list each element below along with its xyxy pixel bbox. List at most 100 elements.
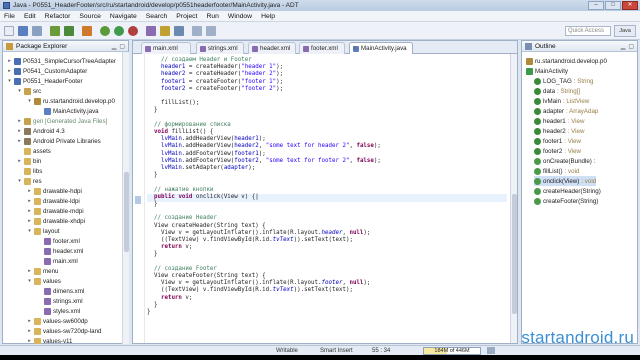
code-line[interactable]: lvMain.setAdapter(adapter);	[147, 165, 255, 172]
open-type-icon[interactable]	[160, 26, 170, 36]
explorer-item[interactable]: ▾ layout	[27, 226, 60, 236]
expand-toggle-icon[interactable]: ▸	[7, 68, 12, 74]
expand-toggle-icon[interactable]: ▸	[27, 328, 32, 334]
explorer-item[interactable]: ▸ drawable-mdpi	[27, 206, 84, 216]
menu-file[interactable]: File	[4, 13, 15, 20]
code-line[interactable]: lvMain.addFooterView(footer1);	[147, 151, 266, 158]
explorer-item[interactable]: ▸ menu	[27, 266, 58, 276]
explorer-scrollbar[interactable]	[122, 52, 129, 344]
outline-title[interactable]: Outline	[535, 43, 556, 50]
outline-item[interactable]: createHeader(String)	[534, 186, 601, 196]
explorer-item[interactable]: ▸ P0531_SimpleCursorTreeAdapter	[7, 56, 116, 66]
expand-toggle-icon[interactable]: ▸	[27, 318, 32, 324]
minimize-view-icon[interactable]: ▁	[112, 43, 117, 50]
close-button[interactable]: ✕	[622, 1, 638, 10]
code-line[interactable]: footer2 = createFooter("footer 2");	[147, 86, 283, 93]
outline-item[interactable]: lvMain: ListView	[534, 96, 589, 106]
code-line[interactable]: lvMain.addFooterView(footer2, "some text…	[147, 158, 381, 165]
expand-toggle-icon[interactable]: ▸	[27, 208, 32, 214]
code-line[interactable]: // создание Footer	[147, 266, 217, 273]
code-line[interactable]: lvMain.addHeaderView(header2, "some text…	[147, 143, 381, 150]
debug-icon[interactable]	[100, 26, 110, 36]
explorer-item[interactable]: ▸ values-sw600dp	[27, 316, 88, 326]
code-line[interactable]: ((TextView) v.findViewById(R.id.tvText))…	[147, 287, 353, 294]
menu-window[interactable]: Window	[228, 13, 252, 20]
expand-toggle-icon[interactable]: ▾	[27, 278, 32, 284]
outline-item[interactable]: MainActivity	[526, 66, 568, 76]
menu-run[interactable]: Run	[206, 13, 218, 20]
run-icon[interactable]	[114, 26, 124, 36]
code-line[interactable]: ((TextView) v.findViewById(R.id.tvText))…	[147, 237, 353, 244]
maximize-view-icon[interactable]: ▢	[119, 43, 125, 50]
explorer-item[interactable]: ▾ values	[27, 276, 61, 286]
explorer-scrollbar-thumb[interactable]	[124, 172, 129, 252]
menu-help[interactable]: Help	[261, 13, 275, 20]
explorer-item[interactable]: ▸ values-v11	[27, 336, 72, 344]
explorer-item[interactable]: ▸ drawable-ldpi	[27, 196, 80, 206]
save-all-icon[interactable]	[32, 26, 42, 36]
expand-toggle-icon[interactable]: ▾	[27, 228, 32, 234]
explorer-item[interactable]: ▸ drawable-xhdpi	[27, 216, 85, 226]
new-icon[interactable]	[4, 26, 14, 36]
explorer-item[interactable]: dimens.xml	[37, 286, 84, 296]
code-line[interactable]: }	[147, 309, 151, 316]
menu-refactor[interactable]: Refactor	[45, 13, 71, 20]
explorer-item[interactable]: main.xml	[37, 256, 78, 266]
code-line[interactable]: View createHeader(String text) {	[147, 223, 266, 230]
outline-item[interactable]: onCreate(Bundle) :	[534, 156, 595, 166]
expand-toggle-icon[interactable]: ▸	[27, 338, 32, 344]
code-line[interactable]: header1 = createHeader("header 1");	[147, 64, 283, 71]
expand-toggle-icon[interactable]: ▸	[7, 58, 12, 64]
code-line[interactable]: View v = getLayoutInflater().inflate(R.l…	[147, 280, 370, 287]
code-line[interactable]: return v;	[147, 295, 192, 302]
android-sdk-manager-icon[interactable]	[50, 26, 60, 36]
code-line[interactable]: return v;	[147, 244, 192, 251]
explorer-item[interactable]: strings.xml	[37, 296, 83, 306]
lint-icon[interactable]	[82, 26, 92, 36]
expand-toggle-icon[interactable]: ▾	[7, 78, 12, 84]
explorer-item[interactable]: MainActivity.java	[37, 106, 99, 116]
editor-tab[interactable]: MainActivity.java ✕	[349, 42, 413, 54]
expand-toggle-icon[interactable]: ▸	[17, 158, 22, 164]
code-line[interactable]: // создание Header	[147, 215, 217, 222]
outline-item[interactable]: data: String[]	[534, 86, 580, 96]
code-line[interactable]: void fillList() {	[147, 129, 213, 136]
code-line[interactable]: }	[147, 302, 158, 309]
explorer-item[interactable]: styles.xml	[37, 306, 80, 316]
code-line[interactable]: fillList();	[147, 100, 199, 107]
forward-icon[interactable]	[206, 26, 216, 36]
outline-item[interactable]: fillList(): void	[534, 166, 579, 176]
expand-toggle-icon[interactable]: ▸	[27, 218, 32, 224]
explorer-item[interactable]: header.xml	[37, 246, 83, 256]
maximize-view-icon[interactable]: ▢	[628, 43, 634, 50]
explorer-item[interactable]: ▸ values-sw720dp-land	[27, 326, 101, 336]
code-line[interactable]: }	[147, 251, 158, 258]
new-java-class-icon[interactable]	[146, 26, 156, 36]
outline-item[interactable]: footer1: View	[534, 136, 581, 146]
explorer-item[interactable]: ▸ Android 4.3	[17, 126, 65, 136]
quick-access-input[interactable]: Quick Access	[565, 26, 611, 36]
code-line[interactable]: public void onclick(View v) {|	[147, 194, 259, 201]
code-line[interactable]: lvMain.addHeaderView(header1);	[147, 136, 266, 143]
outline-item[interactable]: adapter: ArrayAdap	[534, 106, 598, 116]
editor-scrollbar-thumb[interactable]	[512, 194, 517, 314]
maximize-button[interactable]: □	[605, 1, 621, 10]
explorer-item[interactable]: ▾ ru.startandroid.develop.p0	[27, 96, 115, 106]
java-perspective-button[interactable]: Java	[614, 25, 636, 37]
explorer-item[interactable]: ▸ gen [Generated Java Files]	[17, 116, 107, 126]
code-area[interactable]: // создаем Header и Footer header1 = cre…	[147, 54, 507, 343]
editor-tab[interactable]: strings.xml	[196, 42, 244, 54]
expand-toggle-icon[interactable]: ▸	[17, 138, 22, 144]
outline-item[interactable]: createFooter(String)	[534, 196, 598, 206]
close-tab-icon[interactable]: ✕	[352, 45, 357, 52]
garbage-collect-icon[interactable]	[487, 347, 495, 354]
menu-search[interactable]: Search	[146, 13, 168, 20]
code-line[interactable]: }	[147, 201, 158, 208]
outline-item[interactable]: header1: View	[534, 116, 584, 126]
menu-source[interactable]: Source	[79, 13, 101, 20]
outline-item[interactable]: ru.startandroid.develop.p0	[526, 56, 607, 66]
code-line[interactable]: header2 = createHeader("header 2");	[147, 71, 283, 78]
code-line[interactable]: View createFooter(String text) {	[147, 273, 266, 280]
editor-tab[interactable]: header.xml	[248, 42, 296, 54]
explorer-item[interactable]: footer.xml	[37, 236, 80, 246]
